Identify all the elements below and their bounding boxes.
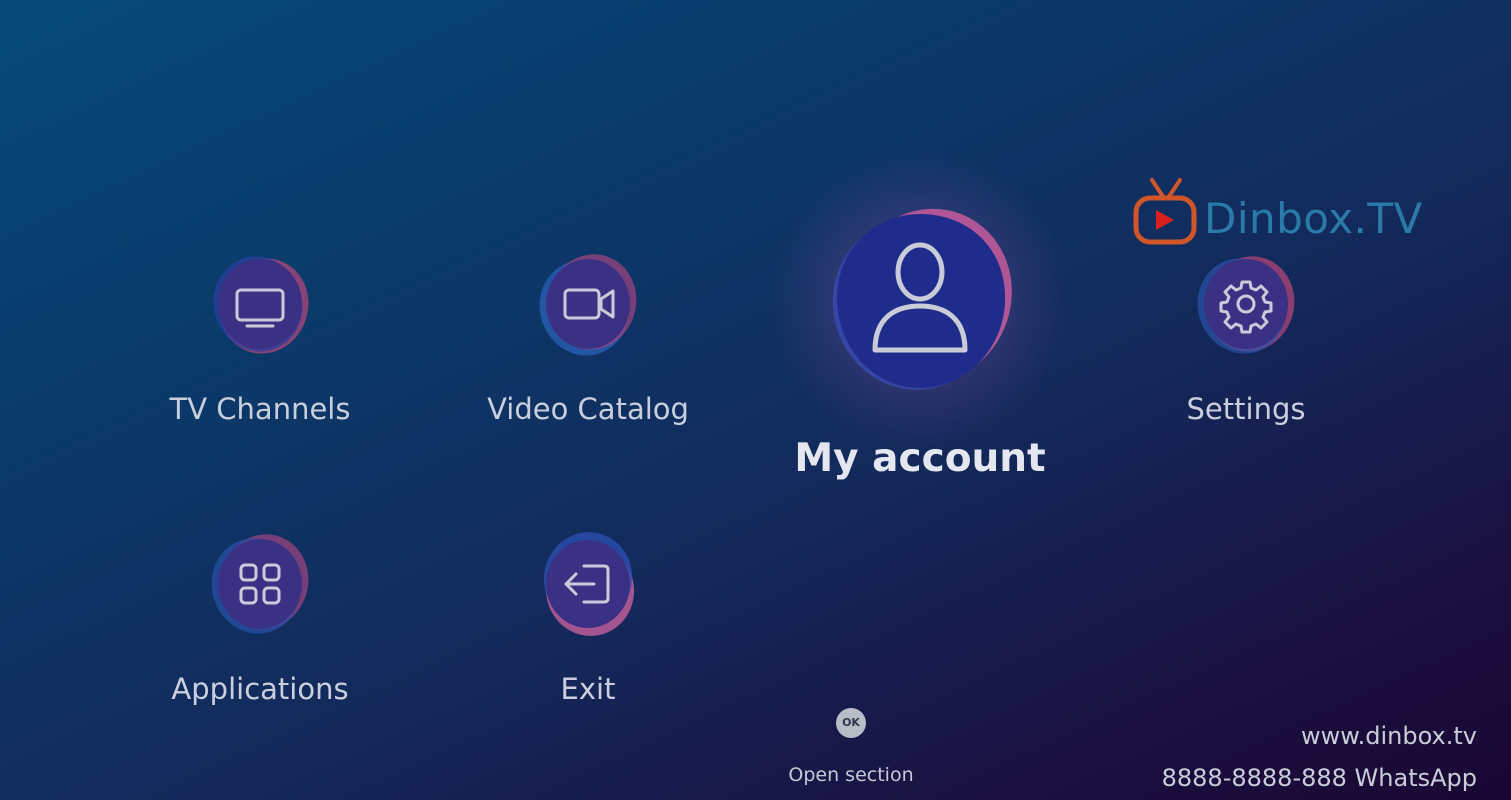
- brand-logo: Dinbox.TV: [1130, 176, 1423, 248]
- ok-hint: OK Open section: [770, 708, 932, 786]
- brand-name: Dinbox.TV: [1204, 194, 1423, 243]
- menu-item-exit[interactable]: Exit: [488, 530, 688, 710]
- open-section-hint: Open section: [788, 764, 914, 786]
- main-menu-screen: Dinbox.TV TV Channels Video Catalog My a…: [0, 0, 1511, 800]
- user-icon: [832, 208, 1012, 390]
- menu-item-settings[interactable]: Settings: [1146, 250, 1346, 430]
- video-catalog-label: Video Catalog: [487, 392, 689, 426]
- gear-icon: [1197, 256, 1295, 354]
- tv-channels-label: TV Channels: [169, 392, 351, 426]
- tv-logo-icon: [1133, 178, 1197, 245]
- menu-item-my-account[interactable]: My account: [770, 150, 1070, 490]
- menu-item-applications[interactable]: Applications: [160, 530, 360, 710]
- menu-item-video-catalog[interactable]: Video Catalog: [487, 250, 689, 430]
- menu-item-tv-channels[interactable]: TV Channels: [160, 250, 360, 430]
- ok-button-icon: OK: [836, 708, 866, 738]
- my-account-label: My account: [794, 436, 1046, 481]
- exit-label: Exit: [560, 672, 616, 706]
- tv-icon: [213, 256, 309, 354]
- whatsapp-contact: 8888-8888-888 WhatsApp: [1161, 764, 1477, 792]
- website-url: www.dinbox.tv: [1300, 722, 1477, 750]
- apps-grid-icon: [211, 534, 309, 634]
- video-camera-icon: [539, 254, 637, 356]
- settings-label: Settings: [1186, 392, 1306, 426]
- exit-icon: [543, 532, 635, 636]
- applications-label: Applications: [171, 672, 349, 706]
